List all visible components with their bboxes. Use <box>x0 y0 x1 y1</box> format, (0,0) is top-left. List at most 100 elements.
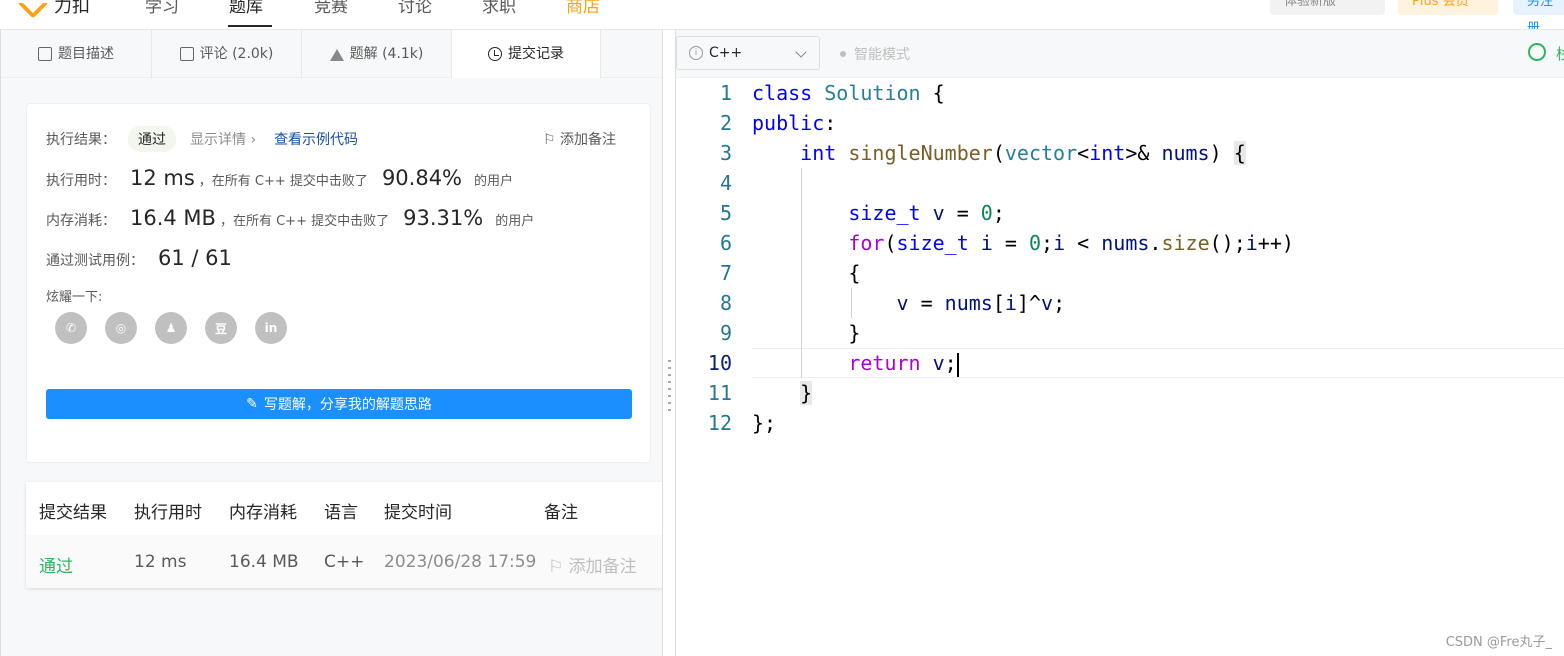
nav-discuss[interactable]: 讨论 <box>398 0 432 17</box>
code-line: 4 <box>676 168 1564 198</box>
timer-label: 栈 <box>1556 45 1564 63</box>
code-text: size_t v = 0; <box>848 201 1005 225</box>
runtime-value: 12 ms <box>130 166 195 190</box>
code-area[interactable]: 1 class Solution { 2 public: 3 int singleN… <box>676 78 1564 656</box>
code-text: int singleNumber(vector<int>& nums) { <box>800 141 1246 165</box>
code-text: class Solution { <box>752 81 945 105</box>
header-runtime: 执行用时 <box>134 503 202 523</box>
code-text: } <box>800 381 813 405</box>
wechat-icon[interactable]: ✆ <box>55 312 87 344</box>
result-row: 执行结果： 通过 显示详情 › 查看示例代码 <box>46 126 358 152</box>
info-icon: i <box>689 46 703 60</box>
nav-problemset[interactable]: 题库 <box>229 0 263 17</box>
nav-contest[interactable]: 竞赛 <box>314 0 348 17</box>
flask-icon <box>329 47 344 61</box>
runtime-text: ，在所有 C++ 提交中击败了 <box>198 174 368 189</box>
pane-splitter[interactable] <box>662 30 676 656</box>
chevron-down-icon <box>795 46 807 58</box>
show-detail-link[interactable]: 显示详情 › <box>190 129 256 149</box>
runtime-percent: 90.84% <box>381 166 463 190</box>
editor-toolbar: i C++ 智能模式 栈 <box>676 30 1564 78</box>
code-text: { <box>752 261 861 285</box>
status-badge: 通过 <box>128 126 176 152</box>
try-new-version-button[interactable]: 体验新版 <box>1270 0 1385 15</box>
testcases-row: 通过测试用例： 61 / 61 <box>46 246 236 270</box>
tab-label: 题解 (4.1k) <box>349 46 424 62</box>
language-select[interactable]: i C++ <box>676 36 820 70</box>
code-text: return v; <box>848 351 959 377</box>
comment-icon <box>179 47 194 61</box>
write-solution-button[interactable]: ✎ 写题解，分享我的解题思路 <box>46 389 632 419</box>
logo-text[interactable]: 力扣 <box>54 0 90 18</box>
line-number: 11 <box>707 381 732 405</box>
code-editor-pane: i C++ 智能模式 栈 1 class Solution { 2 public: … <box>676 30 1564 656</box>
code-line: 5 size_t v = 0; <box>676 198 1564 228</box>
memory-text: ，在所有 C++ 提交中击败了 <box>219 214 390 229</box>
tab-comments[interactable]: 评论 (2.0k) <box>152 30 302 78</box>
runtime-users: 的用户 <box>474 174 514 189</box>
memory-row: 内存消耗： 16.4 MB ，在所有 C++ 提交中击败了 93.31% 的用户 <box>46 206 534 230</box>
add-note-button[interactable]: ⚐ 添加备注 <box>543 129 616 149</box>
line-number: 5 <box>719 201 732 225</box>
leetcode-logo-icon[interactable] <box>17 0 49 19</box>
header-memory: 内存消耗 <box>229 503 297 523</box>
runtime-label: 执行用时： <box>46 173 116 189</box>
document-icon <box>38 47 52 61</box>
problem-tabs: 题目描述 评论 (2.0k) 题解 (4.1k) 提交记录 <box>1 30 663 78</box>
code-text: }; <box>752 411 777 435</box>
line-number: 4 <box>719 171 732 195</box>
flag-icon: ⚐ <box>542 132 556 148</box>
result-card: 执行结果： 通过 显示详情 › 查看示例代码 ⚐ 添加备注 执行用时： 12 m… <box>26 103 651 463</box>
top-navigation: 力扣 学习 题库 竞赛 讨论 求职 商店 体验新版 Plus 会员 另注册 <box>0 0 1564 30</box>
row-add-note-label: 添加备注 <box>568 557 637 577</box>
memory-label: 内存消耗： <box>46 213 116 229</box>
tab-solutions[interactable]: 题解 (4.1k) <box>302 30 452 78</box>
view-sample-code-link[interactable]: 查看示例代码 <box>274 129 358 149</box>
share-row: 炫耀一下: <box>46 286 102 305</box>
line-number: 9 <box>719 321 732 345</box>
code-line: 3 int singleNumber(vector<int>& nums) { <box>676 138 1564 168</box>
share-label: 炫耀一下: <box>46 290 103 305</box>
smart-mode-dot-icon <box>840 51 846 57</box>
code-line: 11 } <box>676 378 1564 408</box>
tab-description[interactable]: 题目描述 <box>1 30 152 78</box>
nav-jobs[interactable]: 求职 <box>482 0 516 17</box>
row-add-note-button[interactable]: ⚐ 添加备注 <box>548 552 637 577</box>
memory-value: 16.4 MB <box>130 206 216 230</box>
nav-store[interactable]: 商店 <box>566 0 600 17</box>
csdn-watermark: CSDN @Fre丸子_ <box>1445 635 1552 650</box>
row-result-link[interactable]: 通过 <box>39 552 73 577</box>
line-number: 8 <box>719 291 732 315</box>
qq-icon[interactable]: ♟ <box>155 312 187 344</box>
line-number: 10 <box>707 351 732 375</box>
register-button[interactable]: 另注册 <box>1513 0 1564 29</box>
nav-learn[interactable]: 学习 <box>145 0 179 17</box>
header-result: 提交结果 <box>39 503 107 523</box>
code-line: 7 { <box>676 258 1564 288</box>
runtime-row: 执行用时： 12 ms ，在所有 C++ 提交中击败了 90.84% 的用户 <box>46 166 513 190</box>
drag-handle-icon[interactable] <box>668 360 671 412</box>
code-line: 2 public: <box>676 108 1564 138</box>
write-solution-label: 写题解，分享我的解题思路 <box>263 397 432 413</box>
testcases-label: 通过测试用例： <box>46 253 144 269</box>
douban-icon[interactable]: 豆 <box>205 312 237 344</box>
row-language: C++ <box>324 552 365 572</box>
code-line: 6 for(size_t i = 0;i < nums.size();i++) <box>676 228 1564 258</box>
line-number: 2 <box>719 111 732 135</box>
memory-percent: 93.31% <box>403 206 484 230</box>
linkedin-icon[interactable]: in <box>255 312 287 344</box>
row-runtime: 12 ms <box>134 552 187 572</box>
header-language: 语言 <box>324 503 358 523</box>
smart-mode-toggle[interactable]: 智能模式 <box>840 44 910 64</box>
plus-membership-button[interactable]: Plus 会员 <box>1398 0 1498 15</box>
line-number: 6 <box>719 231 732 255</box>
code-text: } <box>752 321 861 345</box>
flag-icon: ⚐ <box>548 557 569 577</box>
tab-submissions[interactable]: 提交记录 <box>452 30 601 78</box>
memory-users: 的用户 <box>495 214 535 229</box>
alarm-clock-icon[interactable] <box>1528 43 1546 61</box>
line-number: 1 <box>719 81 732 105</box>
weibo-icon[interactable]: ◎ <box>105 312 137 344</box>
header-note: 备注 <box>544 503 578 523</box>
tab-label: 题目描述 <box>58 46 114 62</box>
